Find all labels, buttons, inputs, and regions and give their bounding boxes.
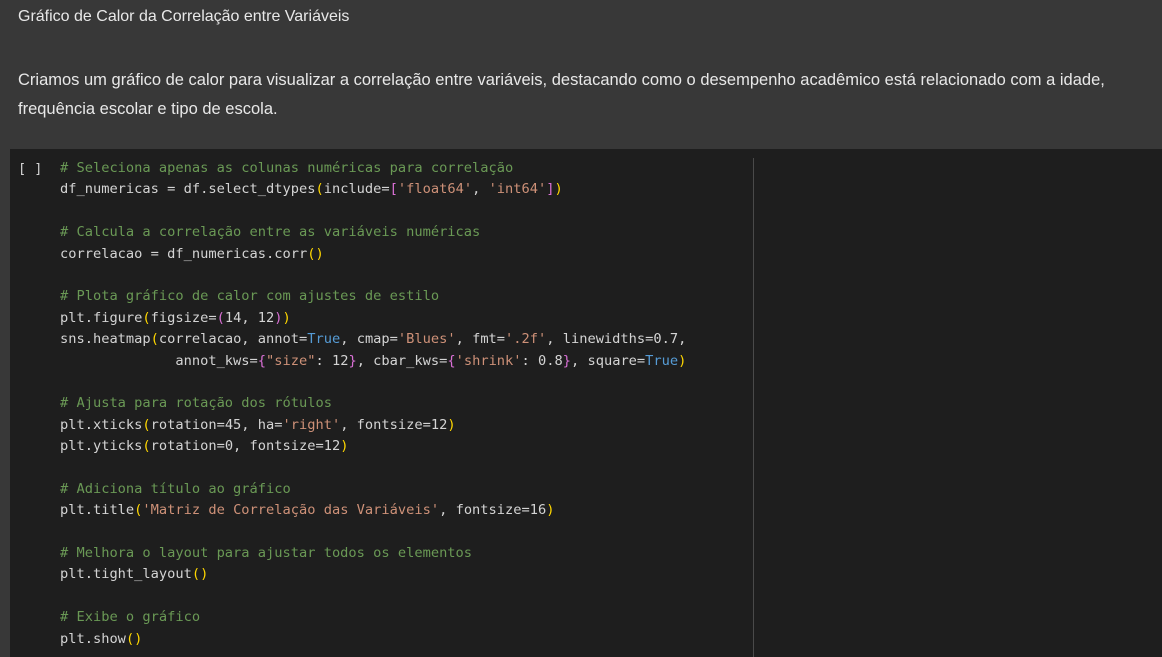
code-token: { [257, 352, 267, 369]
code-token: include= [323, 181, 390, 198]
code-token: ) [678, 352, 687, 369]
code-token: ( [142, 416, 151, 433]
code-line[interactable]: plt.title('Matriz de Correlação das Vari… [60, 500, 686, 521]
code-token: ( [315, 181, 324, 198]
code-token: { [447, 352, 456, 369]
code-token: ) [340, 438, 349, 455]
code-line[interactable]: plt.figure(figsize=(14, 12)) [60, 308, 686, 329]
code-token: correlacao, annot= [158, 331, 308, 348]
code-token: : 12 [315, 352, 349, 369]
code-line[interactable]: df_numericas = df.select_dtypes(include=… [60, 179, 686, 200]
code-line[interactable] [60, 201, 686, 222]
code-token: True [645, 352, 679, 369]
code-token: ) [546, 502, 555, 519]
code-token: plt.yticks [60, 438, 143, 455]
code-token: sns.heatmap [60, 331, 151, 348]
code-token: ) [274, 309, 283, 326]
code-token: } [562, 352, 571, 369]
code-token: plt.show [60, 630, 126, 647]
code-token: 'right' [282, 416, 341, 433]
code-line[interactable]: plt.show() [60, 629, 686, 650]
code-editor[interactable]: # Seleciona apenas as colunas numéricas … [60, 158, 686, 650]
code-token: rotation=45, ha= [150, 416, 283, 433]
code-token: () [191, 566, 209, 583]
code-token: , linewidths=0.7, [546, 331, 687, 348]
code-token: True [307, 331, 341, 348]
code-line[interactable] [60, 265, 686, 286]
code-token: ] [546, 181, 555, 198]
code-token: , fontsize=16 [439, 502, 547, 519]
code-token: df_numericas = df.select_dtypes [60, 181, 316, 198]
code-token: , fmt= [455, 331, 506, 348]
code-token: ( [216, 309, 225, 326]
code-token: ) [554, 181, 563, 198]
code-token: correlacao = df_numericas.corr [60, 245, 308, 262]
code-line[interactable] [60, 522, 686, 543]
code-token: 'Matriz de Correlação das Variáveis' [142, 502, 440, 519]
description-paragraph: Criamos um gráfico de calor para visuali… [18, 71, 1105, 118]
code-line[interactable] [60, 372, 686, 393]
code-line[interactable]: # Melhora o layout para ajustar todos os… [60, 543, 686, 564]
code-line[interactable]: # Adiciona título ao gráfico [60, 479, 686, 500]
code-token: annot_kws= [60, 352, 258, 369]
code-token: ) [447, 416, 456, 433]
code-line[interactable]: annot_kws={"size": 12}, cbar_kws={'shrin… [60, 351, 686, 372]
code-line[interactable]: plt.yticks(rotation=0, fontsize=12) [60, 436, 686, 457]
code-token: # Calcula a correlação entre as variávei… [60, 224, 481, 241]
code-token: plt.tight_layout [60, 566, 192, 583]
code-token: figsize= [150, 309, 217, 326]
code-line[interactable]: # Exibe o gráfico [60, 607, 686, 628]
code-token: 'int64' [488, 181, 547, 198]
section-heading: Gráfico de Calor da Correlação entre Var… [18, 8, 350, 25]
code-token: , cmap= [340, 331, 398, 348]
code-token: ) [282, 309, 291, 326]
code-token: 14, 12 [224, 309, 275, 326]
code-token: } [348, 352, 357, 369]
code-token: () [125, 630, 143, 647]
code-line[interactable]: # Calcula a correlação entre as variávei… [60, 222, 686, 243]
code-token: rotation=0, fontsize=12 [150, 438, 341, 455]
code-token: # Melhora o layout para ajustar todos os… [60, 545, 473, 562]
code-token: ( [142, 309, 151, 326]
code-token: , cbar_kws= [356, 352, 448, 369]
code-token: , square= [571, 352, 646, 369]
code-token: # Plota gráfico de calor com ajustes de … [60, 288, 440, 305]
run-cell-button[interactable]: [ ] [18, 161, 42, 177]
markdown-cell[interactable]: Gráfico de Calor da Correlação entre Var… [0, 0, 1162, 140]
code-line[interactable] [60, 457, 686, 478]
code-token: # Adiciona título ao gráfico [60, 480, 291, 497]
code-token: 'shrink' [455, 352, 522, 369]
code-line[interactable] [60, 586, 686, 607]
code-line[interactable]: # Ajusta para rotação dos rótulos [60, 393, 686, 414]
code-token: plt.figure [60, 309, 143, 326]
code-token: plt.xticks [60, 416, 143, 433]
code-token: 'float64' [397, 181, 473, 198]
code-token: ( [150, 331, 159, 348]
code-token: [ [389, 181, 398, 198]
code-line[interactable]: # Plota gráfico de calor com ajustes de … [60, 286, 686, 307]
line-length-ruler [753, 158, 754, 657]
code-cell[interactable]: [ ] # Seleciona apenas as colunas numéri… [10, 149, 1162, 657]
code-line[interactable]: sns.heatmap(correlacao, annot=True, cmap… [60, 329, 686, 350]
code-token: # Seleciona apenas as colunas numéricas … [60, 160, 514, 176]
code-token: , [472, 181, 489, 198]
code-line[interactable]: plt.xticks(rotation=45, ha='right', font… [60, 415, 686, 436]
code-line[interactable]: # Seleciona apenas as colunas numéricas … [60, 158, 686, 179]
code-token: # Ajusta para rotação dos rótulos [60, 395, 332, 412]
code-token: 'Blues' [397, 331, 456, 348]
code-token: () [307, 245, 324, 262]
code-line[interactable]: plt.tight_layout() [60, 564, 686, 585]
code-token: plt.title [60, 502, 135, 519]
code-token: "size" [266, 352, 316, 369]
code-line[interactable]: correlacao = df_numericas.corr() [60, 244, 686, 265]
code-token: ( [142, 438, 151, 455]
code-token: '.2f' [505, 331, 547, 348]
code-token: , fontsize=12 [340, 416, 448, 433]
code-token: # Exibe o gráfico [60, 609, 201, 626]
code-token: : 0.8 [521, 352, 563, 369]
